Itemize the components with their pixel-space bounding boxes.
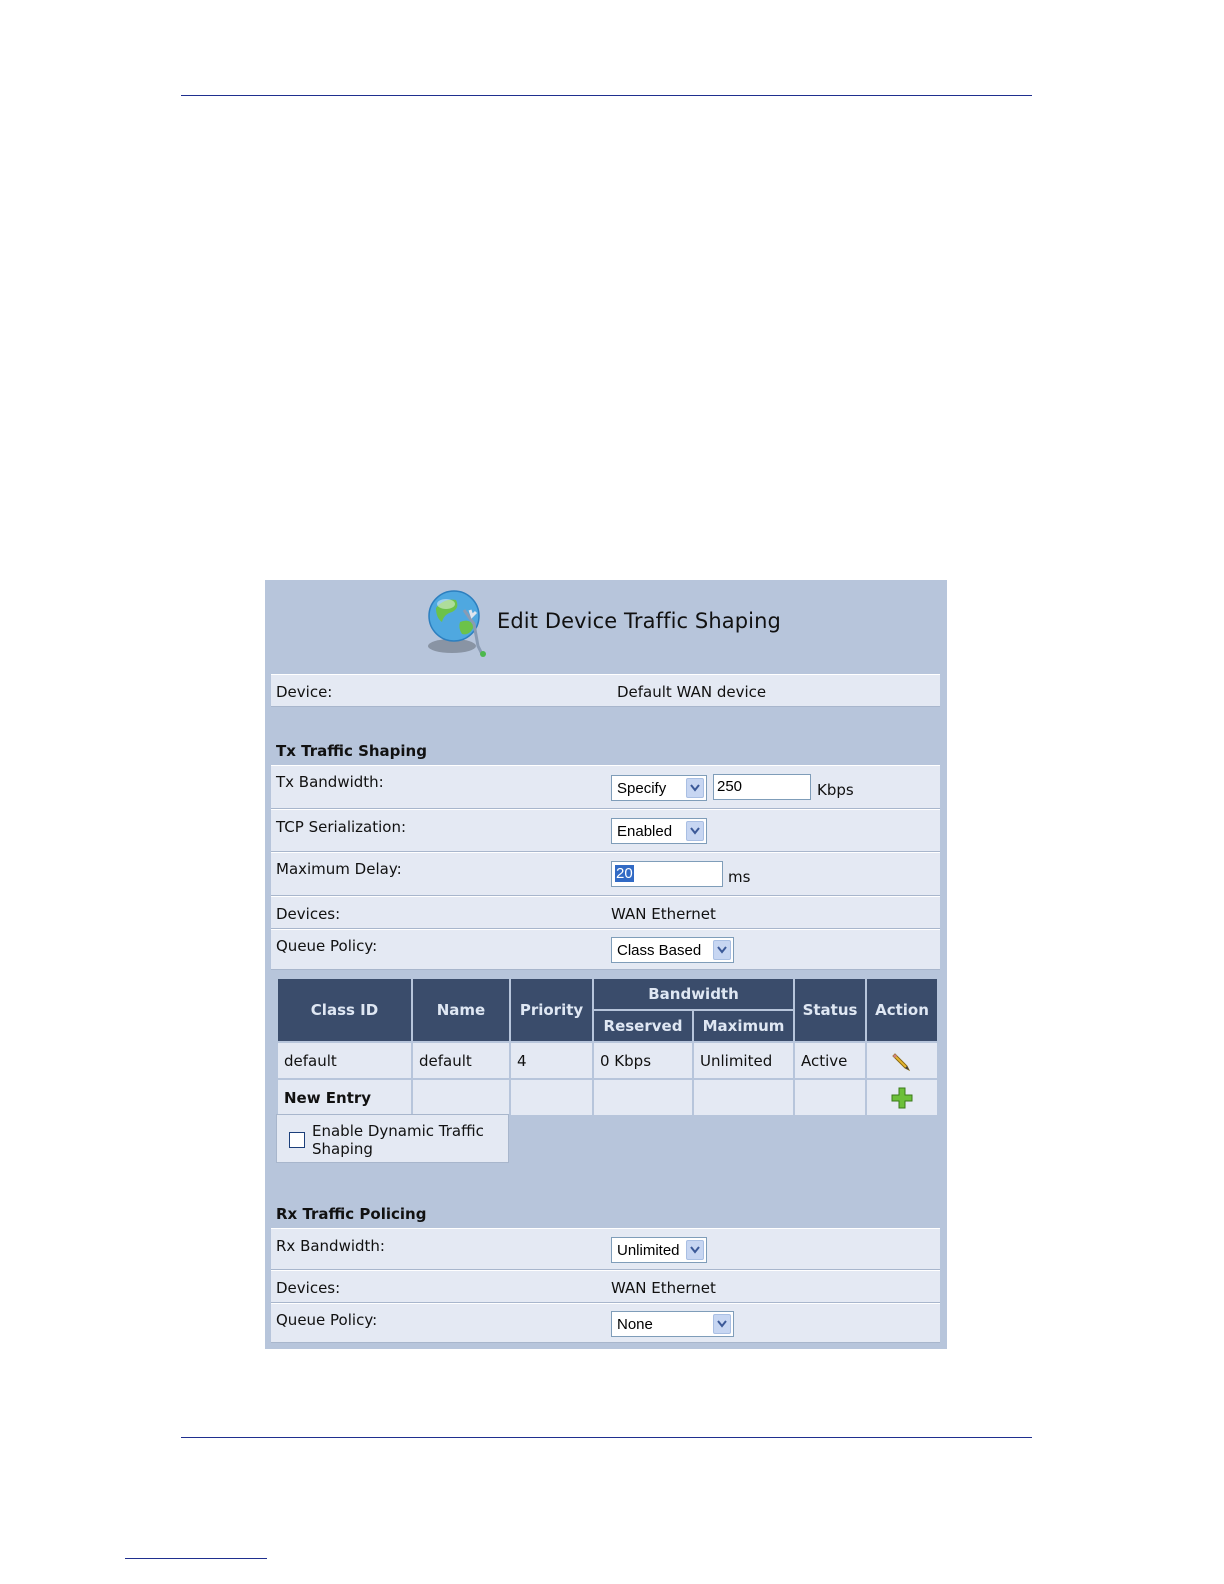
dynamic-traffic-shaping-checkbox[interactable] (289, 1132, 305, 1148)
rx-queue-policy-row: Queue Policy: None (271, 1303, 940, 1343)
chevron-down-icon[interactable] (686, 778, 704, 798)
traffic-shaping-panel: Edit Device Traffic Shaping Device: Defa… (265, 580, 947, 1349)
column-header-maximum: Maximum (692, 1009, 795, 1043)
tx-bandwidth-input[interactable]: 250 (713, 774, 811, 800)
cell-maximum: Unlimited (692, 1041, 795, 1080)
tx-devices-value: WAN Ethernet (611, 905, 716, 923)
tx-bandwidth-label: Tx Bandwidth: (276, 773, 384, 791)
page-title: Edit Device Traffic Shaping (497, 609, 781, 633)
rx-queue-policy-label: Queue Policy: (276, 1311, 378, 1329)
maximum-delay-unit: ms (728, 868, 751, 886)
tx-queue-policy-value: Class Based (617, 942, 702, 959)
empty-cell (692, 1078, 795, 1117)
tx-bandwidth-input-value: 250 (717, 778, 743, 795)
column-header-reserved: Reserved (592, 1009, 694, 1043)
tx-queue-policy-select[interactable]: Class Based (611, 937, 734, 963)
add-action-cell (865, 1078, 939, 1117)
pencil-icon[interactable] (891, 1050, 913, 1072)
tx-queue-policy-row: Queue Policy: Class Based (271, 929, 940, 970)
rx-bandwidth-select[interactable]: Unlimited (611, 1237, 707, 1263)
page-footer-rule (181, 1437, 1032, 1438)
maximum-delay-input-value: 20 (615, 865, 634, 882)
column-header-priority: Priority (509, 977, 594, 1043)
class-table: Class ID Name Priority Bandwidth Status … (276, 977, 939, 1117)
cell-reserved: 0 Kbps (592, 1041, 694, 1080)
rx-devices-row: Devices: WAN Ethernet (271, 1270, 940, 1303)
chevron-down-icon[interactable] (713, 1314, 731, 1334)
cell-priority: 4 (509, 1041, 594, 1080)
rx-section-title: Rx Traffic Policing (276, 1205, 427, 1223)
tx-devices-row: Devices: WAN Ethernet (271, 896, 940, 929)
tx-bandwidth-row: Tx Bandwidth: Specify 250 Kbps (271, 765, 940, 809)
rx-devices-value: WAN Ethernet (611, 1279, 716, 1297)
tx-section-title: Tx Traffic Shaping (276, 742, 427, 760)
empty-cell (592, 1078, 694, 1117)
chevron-down-icon[interactable] (686, 821, 704, 841)
tcp-serialization-value: Enabled (617, 823, 673, 840)
cell-status: Active (793, 1041, 867, 1080)
rx-bandwidth-label: Rx Bandwidth: (276, 1237, 385, 1255)
device-value: Default WAN device (617, 683, 767, 701)
rx-bandwidth-row: Rx Bandwidth: Unlimited (271, 1228, 940, 1270)
tx-bandwidth-unit: Kbps (817, 781, 854, 799)
tx-bandwidth-mode-value: Specify (617, 780, 667, 797)
footnote-rule (125, 1558, 267, 1559)
rx-bandwidth-value: Unlimited (617, 1242, 680, 1259)
column-header-class-id: Class ID (276, 977, 413, 1043)
empty-cell (509, 1078, 594, 1117)
new-entry-link[interactable]: New Entry (276, 1078, 413, 1117)
column-header-action: Action (865, 977, 939, 1043)
plus-icon[interactable] (890, 1086, 914, 1110)
table-row: default default 4 0 Kbps Unlimited Activ… (276, 1041, 939, 1080)
edit-action-cell (865, 1041, 939, 1080)
page-header-rule (181, 95, 1032, 96)
column-header-name: Name (411, 977, 511, 1043)
chevron-down-icon[interactable] (686, 1240, 704, 1260)
empty-cell (793, 1078, 867, 1117)
dynamic-label-line2: Shaping (312, 1140, 373, 1158)
new-entry-row: New Entry (276, 1078, 939, 1117)
panel-title-row: Edit Device Traffic Shaping (265, 580, 947, 660)
rx-queue-policy-value: None (617, 1316, 653, 1333)
tx-bandwidth-mode-select[interactable]: Specify (611, 775, 707, 801)
dynamic-traffic-shaping-option: Enable Dynamic Traffic Shaping (276, 1114, 509, 1163)
device-row: Device: Default WAN device (271, 674, 940, 707)
maximum-delay-label: Maximum Delay: (276, 860, 402, 878)
tcp-serialization-label: TCP Serialization: (276, 818, 407, 836)
cell-name: default (411, 1041, 511, 1080)
rx-queue-policy-select[interactable]: None (611, 1311, 734, 1337)
rx-devices-label: Devices: (276, 1279, 341, 1297)
dynamic-traffic-shaping-label: Enable Dynamic Traffic Shaping (312, 1122, 484, 1158)
chevron-down-icon[interactable] (713, 940, 731, 960)
empty-cell (411, 1078, 511, 1117)
column-header-bandwidth: Bandwidth (592, 977, 795, 1011)
tcp-serialization-row: TCP Serialization: Enabled (271, 809, 940, 852)
cell-class-id: default (276, 1041, 413, 1080)
dynamic-label-line1: Enable Dynamic Traffic (312, 1122, 484, 1140)
tcp-serialization-select[interactable]: Enabled (611, 818, 707, 844)
column-header-status: Status (793, 977, 867, 1043)
globe-icon (426, 588, 492, 658)
tx-queue-policy-label: Queue Policy: (276, 937, 378, 955)
maximum-delay-input[interactable]: 20 (611, 861, 723, 887)
tx-devices-label: Devices: (276, 905, 341, 923)
device-label: Device: (276, 683, 333, 701)
maximum-delay-row: Maximum Delay: 20 ms (271, 852, 940, 896)
